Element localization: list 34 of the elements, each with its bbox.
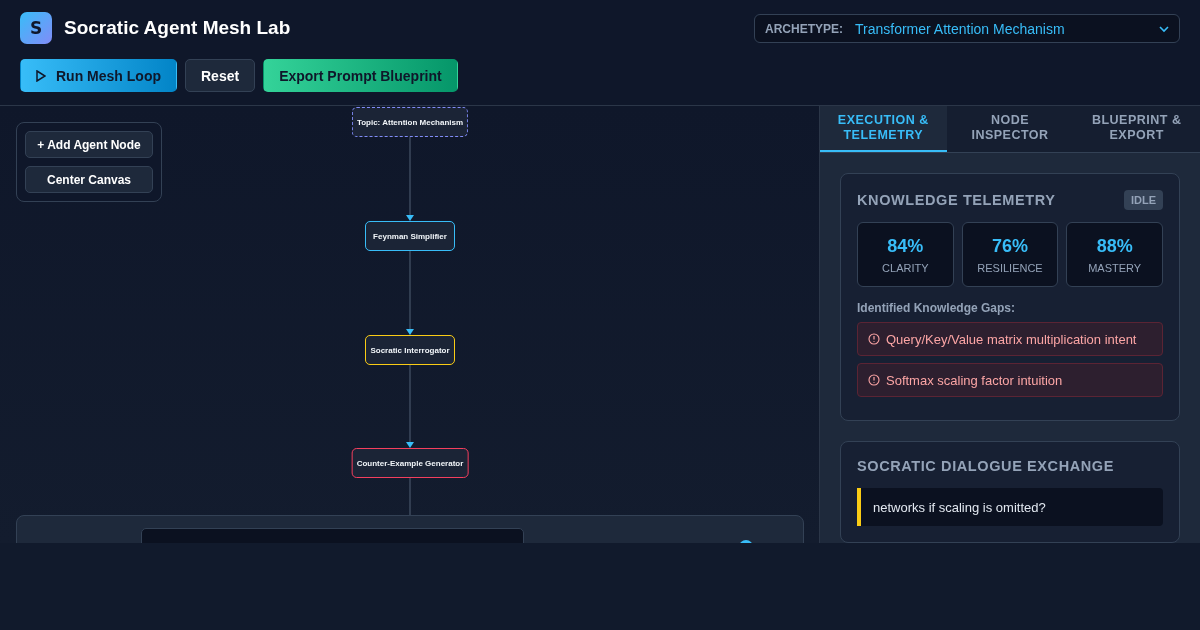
message-text: networks if scaling is omitted? — [873, 499, 1047, 517]
alert-icon — [868, 374, 880, 386]
card-title: KNOWLEDGE TELEMETRY — [857, 192, 1056, 208]
agent-node[interactable]: Socratic Interrogator — [365, 335, 455, 365]
alert-icon — [868, 333, 880, 345]
metric-value: 84% — [887, 235, 924, 257]
chevron-down-icon — [1159, 24, 1169, 33]
reset-button[interactable]: Reset — [185, 59, 256, 92]
gap-text: Softmax scaling factor intuition — [886, 372, 1063, 388]
metric-value: 76% — [991, 235, 1028, 257]
panel-tab[interactable]: NODE INSPECTOR — [946, 106, 1074, 152]
metric-label: MASTERY — [1088, 261, 1142, 274]
archetype-value: Transformer Attention Mechanism — [855, 20, 1066, 37]
metric-label: CLARITY — [882, 261, 929, 274]
gaps-heading: Identified Knowledge Gaps: — [857, 301, 1016, 315]
archetype-select[interactable]: ARCHETYPE: Transformer Attention Mechanism — [754, 14, 1180, 43]
play-icon — [36, 69, 46, 82]
archetype-label: ARCHETYPE: — [765, 21, 843, 36]
metric-label: RESILIENCE — [977, 261, 1043, 274]
metric-value: 88% — [1096, 235, 1133, 257]
run-button[interactable]: Run Mesh Loop — [20, 59, 177, 92]
topic-node[interactable]: Topic: Attention Mechanism — [351, 107, 469, 137]
gap-text: Query/Key/Value matrix multiplication intent — [886, 331, 1137, 347]
app-logo: S — [20, 12, 52, 44]
center-canvas-button[interactable]: Center Canvas — [25, 166, 153, 193]
add-node-button[interactable]: + Add Agent Node — [25, 131, 153, 158]
card-title: SOCRATIC DIALOGUE EXCHANGE — [857, 458, 1115, 474]
agent-node[interactable]: Feynman Simplifier — [365, 221, 455, 251]
export-button[interactable]: Export Prompt Blueprint — [263, 59, 458, 92]
status-badge: IDLE — [1123, 190, 1163, 210]
panel-tab[interactable]: BLUEPRINT & EXPORT — [1073, 106, 1200, 152]
agent-node[interactable]: Counter-Example Generator — [351, 448, 469, 478]
app-title: Socratic Agent Mesh Lab — [64, 17, 291, 39]
panel-tab[interactable]: EXECUTION & TELEMETRY — [820, 106, 947, 152]
